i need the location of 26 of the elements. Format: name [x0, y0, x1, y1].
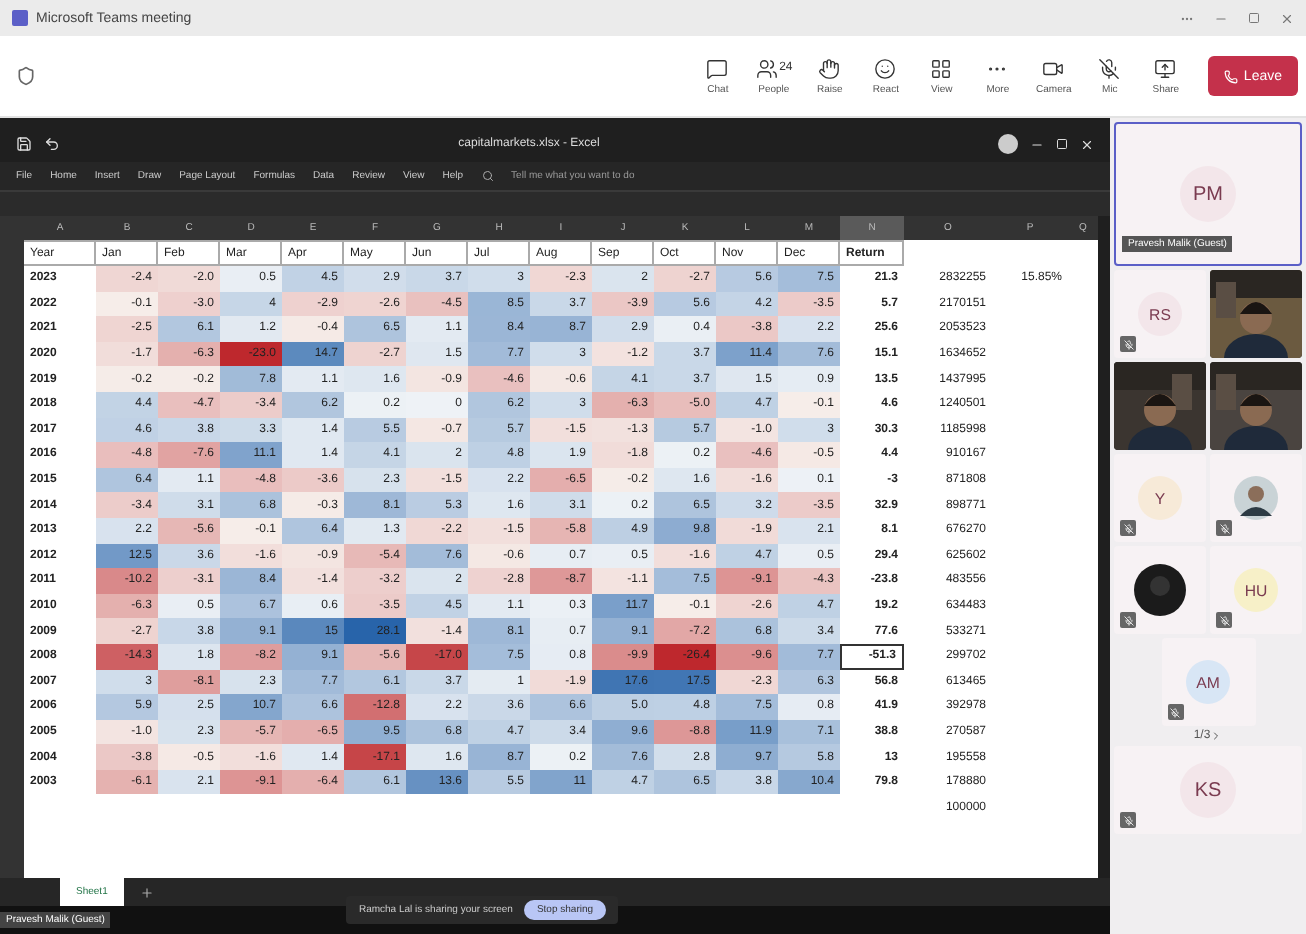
participant-tile[interactable]: KS [1114, 746, 1302, 834]
phone-icon [1223, 69, 1238, 83]
participant-tile[interactable] [1114, 546, 1206, 634]
avatar [1134, 564, 1186, 616]
participant-tile[interactable] [1114, 362, 1206, 450]
shield-icon [16, 66, 36, 86]
mic-off-icon [1098, 57, 1121, 79]
share-screen-icon [1154, 57, 1177, 79]
teams-logo-icon [12, 10, 28, 26]
people-icon [755, 57, 778, 79]
smiley-icon [874, 57, 897, 79]
save-icon[interactable] [16, 136, 32, 152]
camera-icon [1042, 57, 1065, 79]
grid-icon [930, 57, 953, 79]
participant-tile[interactable] [1210, 270, 1302, 358]
user-avatar [998, 134, 1018, 154]
undo-icon[interactable] [44, 136, 60, 152]
avatar-initials: PM [1180, 166, 1236, 222]
chat-icon [706, 57, 729, 79]
avatar-initials: KS [1180, 762, 1236, 818]
participant-tile[interactable] [1210, 362, 1302, 450]
add-sheet-icon[interactable] [139, 885, 154, 899]
avatar [1234, 476, 1278, 520]
search-icon [481, 170, 494, 182]
hand-icon [818, 57, 841, 79]
participant-tile[interactable] [1210, 454, 1302, 542]
